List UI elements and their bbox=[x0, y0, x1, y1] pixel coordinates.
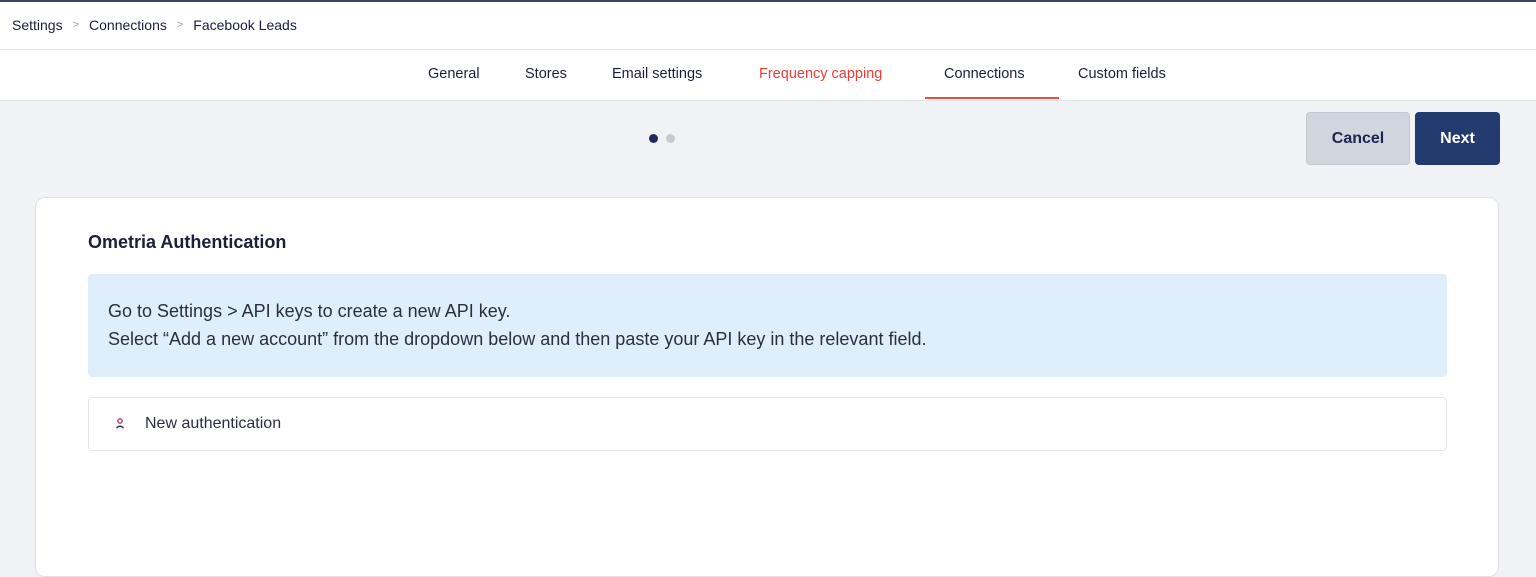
breadcrumb-separator: > bbox=[72, 19, 80, 31]
step-indicator bbox=[649, 134, 675, 143]
tab-stores[interactable]: Stores bbox=[525, 66, 567, 82]
step-dot-2 bbox=[666, 134, 675, 143]
breadcrumb-item-connections[interactable]: Connections bbox=[89, 17, 167, 33]
active-tab-indicator bbox=[925, 97, 1059, 99]
user-icon bbox=[115, 417, 125, 431]
tab-frequency-capping[interactable]: Frequency capping bbox=[759, 66, 882, 82]
breadcrumb-item-settings[interactable]: Settings bbox=[12, 17, 63, 33]
tab-general[interactable]: General bbox=[428, 66, 480, 82]
info-line-1: Go to Settings > API keys to create a ne… bbox=[108, 301, 511, 321]
tab-connections[interactable]: Connections bbox=[944, 66, 1025, 82]
next-button[interactable]: Next bbox=[1415, 112, 1500, 165]
tab-custom-fields[interactable]: Custom fields bbox=[1078, 66, 1166, 82]
new-authentication-option[interactable]: New authentication bbox=[88, 397, 1447, 451]
info-line-2: Select “Add a new account” from the drop… bbox=[108, 329, 927, 349]
breadcrumb-item-facebook-leads: Facebook Leads bbox=[193, 17, 297, 33]
breadcrumb: Settings > Connections > Facebook Leads bbox=[12, 17, 297, 33]
new-authentication-label: New authentication bbox=[145, 415, 282, 432]
cancel-button[interactable]: Cancel bbox=[1306, 112, 1410, 165]
info-box: Go to Settings > API keys to create a ne… bbox=[88, 274, 1447, 377]
authentication-card: Ometria Authentication Go to Settings > … bbox=[35, 197, 1499, 577]
breadcrumb-bar: Settings > Connections > Facebook Leads bbox=[0, 2, 1536, 50]
settings-tabs: General Stores Email settings Frequency … bbox=[0, 50, 1536, 101]
card-title: Ometria Authentication bbox=[88, 232, 287, 252]
breadcrumb-separator: > bbox=[176, 19, 184, 31]
step-dot-1 bbox=[649, 134, 658, 143]
tab-email-settings[interactable]: Email settings bbox=[612, 66, 702, 82]
